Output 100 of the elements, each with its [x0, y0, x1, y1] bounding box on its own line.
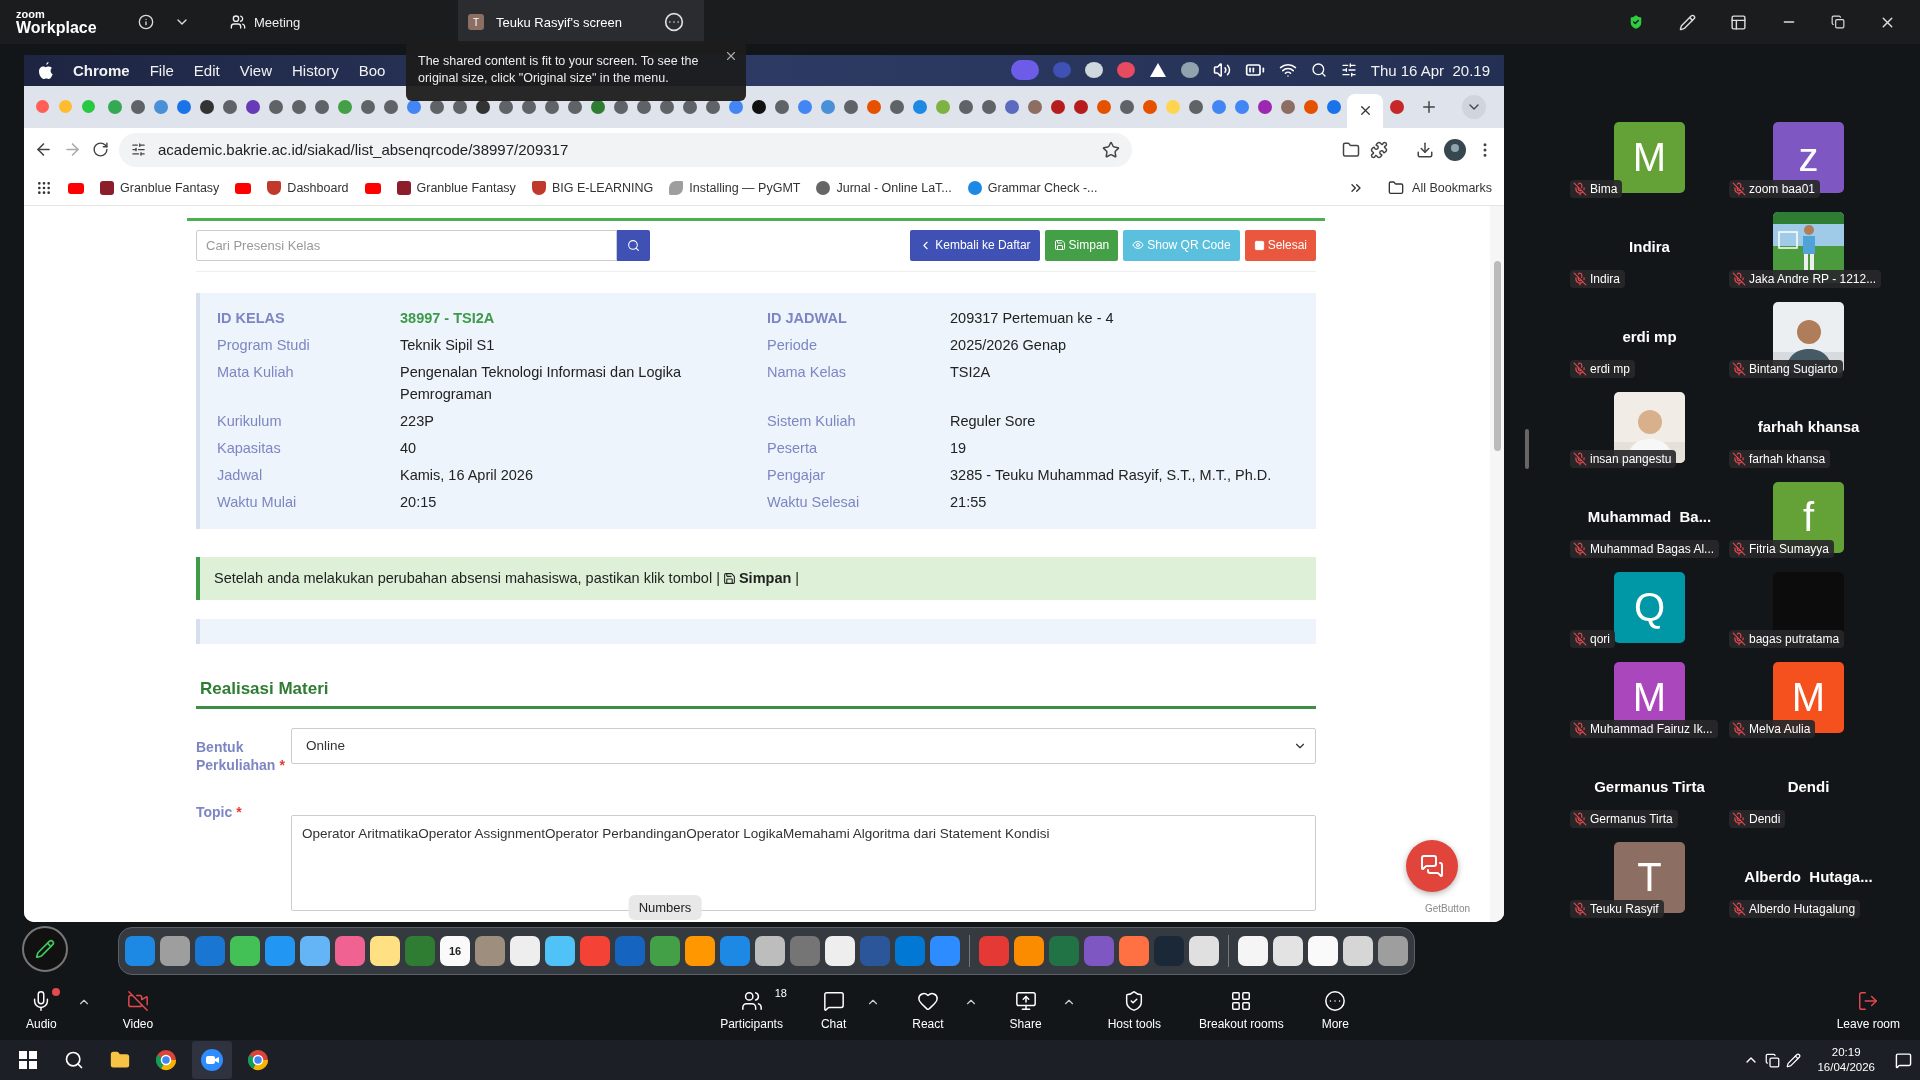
- pencil-icon: [35, 939, 55, 959]
- section-title: Realisasi Materi: [196, 678, 1316, 709]
- toolbar-button[interactable]: Breakout rooms: [1193, 989, 1290, 1031]
- bookmark[interactable]: Granblue Fantasy: [100, 181, 220, 196]
- meeting-button[interactable]: Meeting: [224, 13, 444, 31]
- video-app-button[interactable]: [192, 1041, 232, 1079]
- chat-button[interactable]: [1406, 840, 1458, 893]
- info-value: 3285 - Teuku Muhammad Rasyif, S.T., M.T., Ph.D.: [950, 465, 1273, 485]
- scrollbar[interactable]: [1493, 260, 1501, 451]
- extensions-icon[interactable]: [1370, 140, 1388, 159]
- windows-start-icon[interactable]: [19, 1051, 37, 1069]
- url-text: academic.bakrie.ac.id/siakad/list_absenqrcode/38997/209317: [158, 141, 569, 159]
- restore-icon[interactable]: [1831, 15, 1845, 29]
- info-value: Teknik Sipil S1: [400, 335, 496, 355]
- circle-icon[interactable]: [1180, 62, 1199, 79]
- toolbar-button[interactable]: Chat: [814, 989, 853, 1031]
- info-value: Kamis, 16 April 2026: [400, 465, 534, 485]
- toolbar-button[interactable]: React: [906, 989, 950, 1031]
- info-value: 20:15: [400, 492, 438, 512]
- youtube-icon: [68, 182, 84, 194]
- action-button[interactable]: Selesai: [1244, 229, 1316, 261]
- reload-icon[interactable]: [92, 141, 109, 159]
- alert-text: Setelah anda melakukan perubahan absensi mahasiswa, pastikan klik tombol |: [214, 570, 720, 587]
- toolbar-button[interactable]: Audio: [20, 989, 63, 1031]
- toolbar-button[interactable]: 18 Participants: [714, 989, 789, 1031]
- bookmark[interactable]: Granblue Fantasy: [396, 181, 516, 196]
- info-label: Periode: [767, 335, 818, 355]
- muted-mic-icon: [1732, 182, 1746, 196]
- resize-handle[interactable]: [1525, 429, 1529, 469]
- search-icon[interactable]: [64, 1050, 84, 1070]
- menu-item[interactable]: Boo: [358, 61, 386, 79]
- square-icon: [1253, 239, 1265, 251]
- annotate-button[interactable]: [22, 926, 68, 972]
- name-tag: farhah khansa: [1729, 450, 1831, 468]
- bookmark[interactable]: Installing — PyGMT: [669, 181, 801, 196]
- participant-name: Germanus Tirta: [1594, 778, 1705, 797]
- volume-icon[interactable]: [1212, 61, 1231, 80]
- action-button[interactable]: Kembali ke Daftar: [910, 229, 1040, 261]
- profile-avatar-icon[interactable]: [1444, 138, 1466, 161]
- toolbar-button[interactable]: Host tools: [1101, 989, 1167, 1031]
- info-value: 209317 Pertemuan ke - 4: [950, 308, 1115, 328]
- name-tag: zoom baa01: [1729, 180, 1821, 198]
- bookmark[interactable]: BIG E-LEARNING: [531, 181, 654, 196]
- more-icon[interactable]: [664, 12, 684, 32]
- address-bar[interactable]: academic.bakrie.ac.id/siakad/list_absenqrcode/38997/209317: [119, 132, 1132, 167]
- info-icon[interactable]: [138, 14, 154, 30]
- info-label: Jadwal: [217, 465, 264, 485]
- search-icon[interactable]: [1310, 62, 1327, 79]
- name-tag: qori: [1570, 630, 1615, 648]
- layout-icon[interactable]: [1730, 13, 1747, 31]
- search-button[interactable]: [617, 229, 650, 261]
- check-icon: [967, 181, 982, 196]
- brand-name: Workplace: [16, 19, 98, 36]
- menu-item[interactable]: Edit: [193, 61, 220, 79]
- all-bookmarks-button[interactable]: All Bookmarks: [1388, 180, 1492, 197]
- participant-name: Muhammad Ba...: [1587, 508, 1712, 527]
- eye-icon: [1132, 239, 1145, 252]
- bookmark[interactable]: Grammar Check -...: [967, 181, 1098, 196]
- wifi-icon[interactable]: [1278, 61, 1297, 80]
- people-icon: [740, 989, 763, 1012]
- menu-item[interactable]: History: [291, 61, 339, 79]
- brand-text: zoom: [16, 8, 46, 20]
- toolbar-button[interactable]: Video: [116, 989, 160, 1031]
- bookmark[interactable]: Dashboard: [267, 181, 349, 196]
- name-tag: Dendi: [1729, 810, 1786, 828]
- apps-icon[interactable]: [36, 180, 52, 197]
- folder-icon[interactable]: [110, 1050, 130, 1070]
- warning-icon[interactable]: [1148, 62, 1167, 79]
- notification-icon[interactable]: [1895, 1051, 1912, 1069]
- bookmark[interactable]: [235, 182, 252, 194]
- search-icon: [627, 238, 640, 252]
- muted-mic-icon: [1732, 542, 1746, 556]
- toolbar-button[interactable]: Leave room: [1830, 989, 1906, 1031]
- site-info-icon[interactable]: [131, 142, 146, 158]
- muted-mic-icon: [1573, 542, 1587, 556]
- menu-item[interactable]: File: [149, 61, 174, 79]
- info-label: Nama Kelas: [767, 362, 847, 382]
- dropdown-field[interactable]: Online: [291, 727, 1316, 764]
- toolbar-button[interactable]: Share: [1003, 989, 1048, 1031]
- control-center-icon[interactable]: [1340, 62, 1357, 79]
- name-tag: Muhammad Bagas Al...: [1570, 540, 1720, 558]
- video-off-icon: [126, 989, 149, 1012]
- bookmark[interactable]: Jurnal - Online LaT...: [816, 181, 952, 196]
- toolbar-button[interactable]: More: [1315, 989, 1356, 1031]
- search-field[interactable]: Cari Presensi Kelas: [196, 229, 617, 261]
- menu-item[interactable]: View: [239, 61, 272, 79]
- bookmark[interactable]: [68, 182, 84, 194]
- name-tag: Indira: [1570, 270, 1626, 288]
- calendar-icon[interactable]: 16: [440, 936, 470, 967]
- bookmark[interactable]: [364, 182, 381, 194]
- muted-mic-icon: [1573, 902, 1587, 916]
- share-screen-icon: [1014, 989, 1037, 1012]
- menu-item[interactable]: Chrome: [73, 61, 130, 79]
- apple-logo-icon[interactable]: [38, 61, 53, 79]
- shared-screen-tab[interactable]: T Teuku Rasyif's screen: [458, 0, 704, 44]
- info-label: Sistem Kuliah: [767, 411, 857, 431]
- taskbar-clock[interactable]: 20:19 16/04/2026: [1817, 1045, 1875, 1075]
- pencil-icon[interactable]: [1679, 13, 1696, 31]
- network-icon[interactable]: [1765, 1052, 1781, 1068]
- star-icon[interactable]: [1102, 140, 1120, 159]
